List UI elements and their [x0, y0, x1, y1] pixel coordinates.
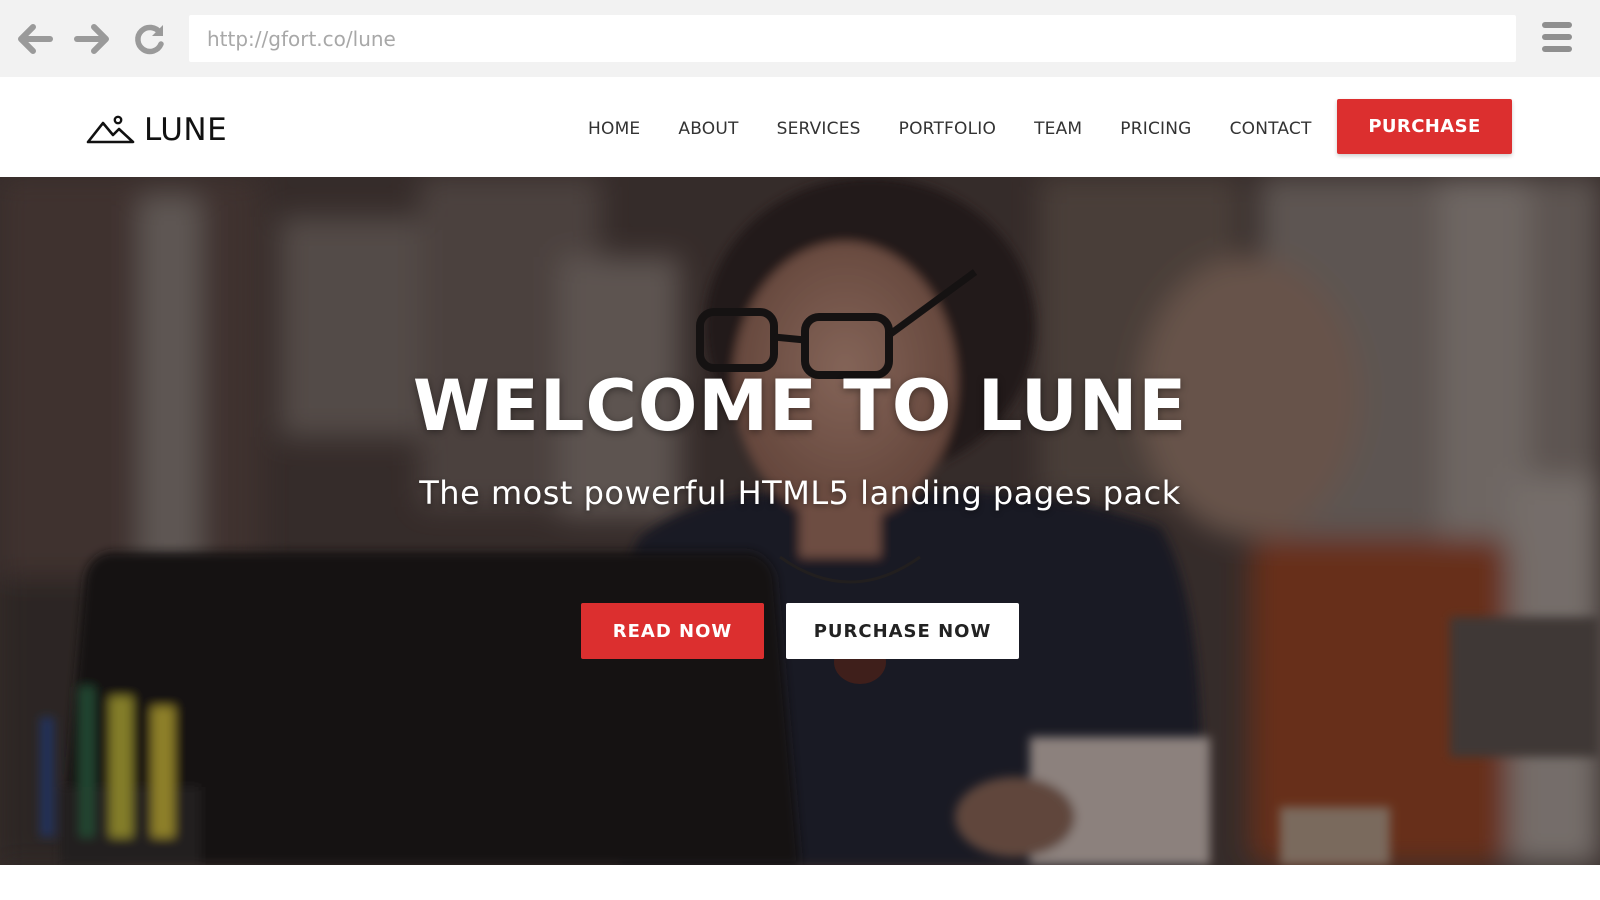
nav-item-pricing[interactable]: PRICING	[1120, 119, 1191, 139]
purchase-button[interactable]: PURCHASE	[1337, 99, 1512, 154]
mountain-icon	[86, 115, 135, 144]
logo[interactable]: LUNE	[86, 112, 228, 148]
site-header: LUNE HOME ABOUT SERVICES PORTFOLIO TEAM …	[0, 77, 1600, 177]
page-bottom-area	[0, 865, 1600, 900]
hamburger-menu-icon[interactable]	[1542, 22, 1572, 54]
hero-section: WELCOME TO LUNE The most powerful HTML5 …	[0, 177, 1600, 865]
nav-item-team[interactable]: TEAM	[1034, 119, 1082, 139]
purchase-now-button[interactable]: PURCHASE NOW	[786, 603, 1019, 659]
browser-toolbar: http://gfort.co/lune	[0, 0, 1600, 77]
hero-overlay	[0, 177, 1600, 865]
read-now-button[interactable]: READ NOW	[581, 603, 764, 659]
hero-title: WELCOME TO LUNE	[412, 365, 1188, 447]
hero-subtitle: The most powerful HTML5 landing pages pa…	[419, 474, 1181, 512]
nav-item-contact[interactable]: CONTACT	[1230, 119, 1312, 139]
url-text: http://gfort.co/lune	[207, 26, 396, 51]
address-bar[interactable]: http://gfort.co/lune	[189, 15, 1516, 62]
nav-item-home[interactable]: HOME	[588, 119, 640, 139]
main-nav: HOME ABOUT SERVICES PORTFOLIO TEAM PRICI…	[588, 115, 1312, 143]
nav-item-about[interactable]: ABOUT	[678, 119, 738, 139]
forward-arrow-icon[interactable]	[72, 19, 112, 59]
nav-item-portfolio[interactable]: PORTFOLIO	[899, 119, 996, 139]
logo-text: LUNE	[144, 112, 228, 148]
reload-icon[interactable]	[130, 19, 170, 59]
back-arrow-icon[interactable]	[15, 19, 55, 59]
nav-item-services[interactable]: SERVICES	[777, 119, 861, 139]
